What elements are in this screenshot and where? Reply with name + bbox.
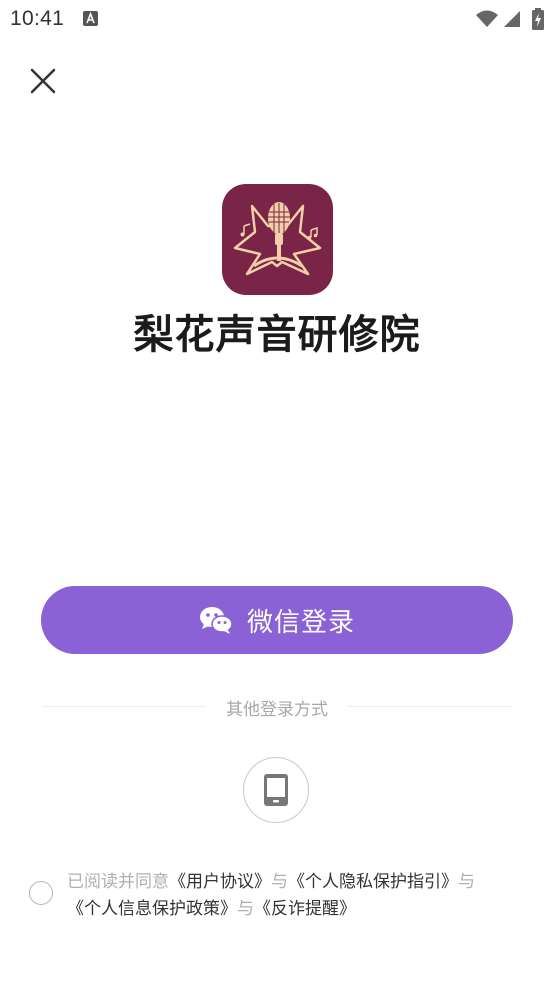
wifi-icon bbox=[475, 9, 499, 33]
agreement-connector: 与 bbox=[458, 872, 475, 892]
anti-fraud-link[interactable]: 《反诈提醒》 bbox=[254, 899, 356, 919]
microphone-logo-icon bbox=[233, 202, 322, 276]
other-login-methods-label: 其他登录方式 bbox=[226, 700, 328, 720]
wechat-login-label: 微信登录 bbox=[246, 607, 355, 638]
agreement-connector: 与 bbox=[271, 872, 288, 892]
divider-right bbox=[348, 706, 512, 707]
agreement-connector: 与 bbox=[237, 899, 254, 919]
close-button[interactable] bbox=[28, 66, 58, 96]
agreement-text: 已阅读并同意《用户协议》与《个人隐私保护指引》与 《个人信息保护政策》与《反诈提醒… bbox=[67, 869, 527, 923]
close-icon bbox=[30, 68, 56, 94]
agreement-prefix: 已阅读并同意 bbox=[67, 872, 169, 892]
divider-left bbox=[42, 706, 206, 707]
status-time: 10:41 bbox=[10, 7, 65, 30]
wechat-icon bbox=[199, 606, 233, 634]
phone-login-button[interactable] bbox=[243, 757, 309, 823]
phone-icon bbox=[264, 774, 288, 806]
signal-icon bbox=[502, 9, 522, 33]
personal-info-policy-link[interactable]: 《个人信息保护政策》 bbox=[67, 899, 237, 919]
battery-charging-icon bbox=[532, 8, 544, 34]
app-name: 梨花声音研修院 bbox=[133, 311, 421, 358]
status-bar: 10:41 bbox=[0, 0, 554, 40]
text-notification-icon bbox=[83, 11, 98, 26]
user-agreement-link[interactable]: 《用户协议》 bbox=[169, 872, 271, 892]
app-logo bbox=[222, 184, 333, 295]
agreement-checkbox[interactable] bbox=[29, 881, 53, 905]
wechat-login-button[interactable]: 微信登录 bbox=[41, 586, 513, 654]
privacy-guide-link[interactable]: 《个人隐私保护指引》 bbox=[288, 872, 458, 892]
